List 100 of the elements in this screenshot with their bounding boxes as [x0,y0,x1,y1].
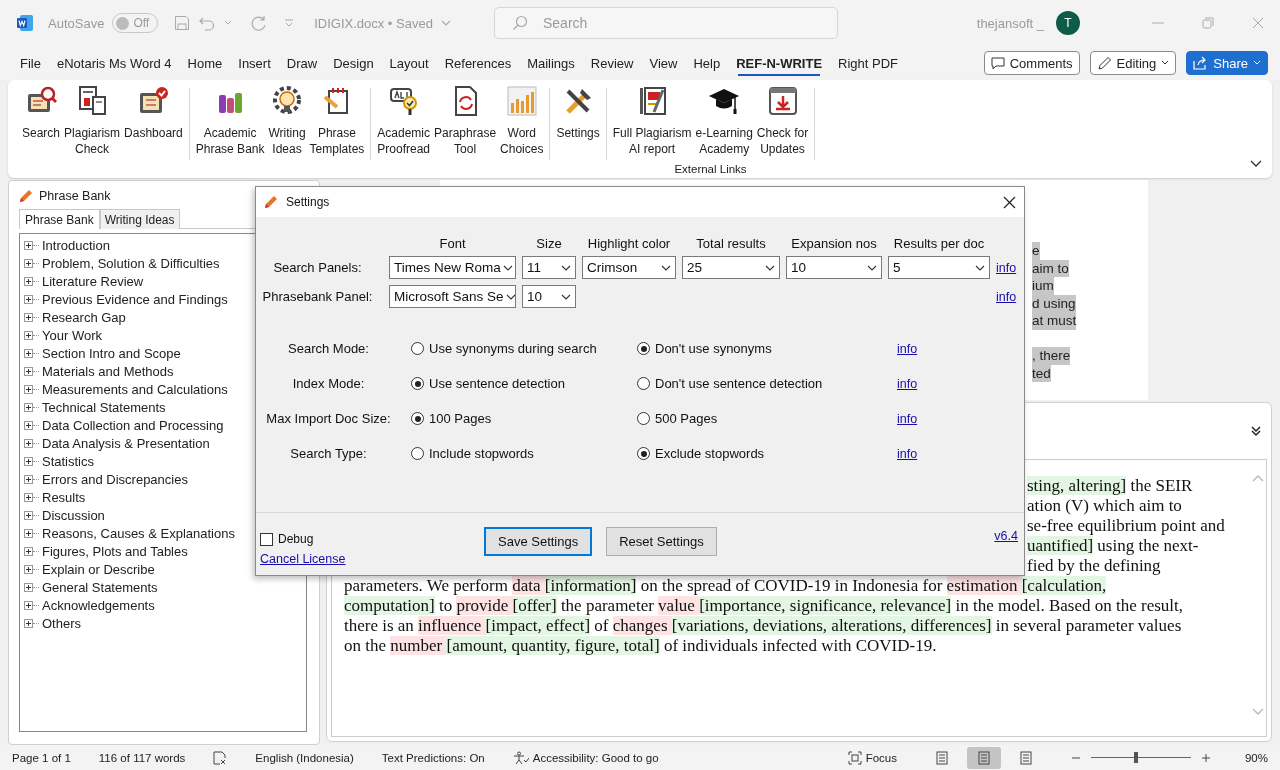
ribbon-button[interactable]: Check for Updates [754,85,811,157]
editing-button[interactable]: Editing [1089,51,1177,75]
ribbon-button[interactable]: Paraphrase Tool [432,85,499,157]
tree-item[interactable]: Technical Statements [42,399,166,415]
info-link[interactable]: info [887,376,1024,391]
radio-label[interactable]: 500 Pages [655,411,718,426]
info-link[interactable]: info [996,260,1024,275]
ribbon-button[interactable]: Academic Proofread [375,85,432,157]
expander-icon[interactable] [24,366,33,376]
expander-icon[interactable] [24,456,33,466]
menu-tab[interactable]: Help [685,49,729,77]
expander-icon[interactable] [24,384,33,394]
radio-label[interactable]: Don't use sentence detection [655,376,823,391]
expander-icon[interactable] [24,582,33,592]
tree-item[interactable]: Statistics [42,453,94,469]
tree-item[interactable]: Measurements and Calculations [42,381,228,397]
menu-tab[interactable]: Draw [278,49,326,77]
tree-item[interactable]: Discussion [42,507,105,523]
double-chevron-icon[interactable] [1250,425,1262,437]
expander-icon[interactable] [24,564,33,574]
cancel-license-link[interactable]: Cancel License [260,552,480,566]
focus-label[interactable]: Focus [865,751,897,764]
menu-tab[interactable]: Review [582,49,642,77]
expander-icon[interactable] [24,438,33,448]
menu-tab[interactable]: Home [179,49,231,77]
page-count[interactable]: Page 1 of 1 [12,751,71,764]
dropdown[interactable]: Crimson [582,256,676,279]
comments-button[interactable]: Comments [983,51,1080,75]
collapse-chevron-icon[interactable] [1250,160,1262,168]
ribbon-button[interactable]: Academic Phrase Bank [193,85,267,157]
expander-icon[interactable] [24,240,33,250]
info-link[interactable]: info [996,289,1024,304]
checkbox[interactable] [260,532,273,546]
ribbon-button[interactable]: e-Learning Academy [693,85,755,157]
radio-button[interactable] [637,447,650,460]
dropdown[interactable]: 10 [786,256,882,279]
radio-label[interactable]: Use synonyms during search [429,341,597,356]
ribbon-button[interactable]: Writing Ideas [266,85,308,157]
dialog-button[interactable]: Reset Settings [606,527,717,556]
ribbon-button[interactable]: Phrase Templates [307,85,367,157]
radio-button[interactable] [411,377,424,390]
radio-label[interactable]: 100 Pages [429,411,492,426]
ribbon-button[interactable]: Search [20,85,63,157]
dropdown[interactable]: 5 [888,256,990,279]
dropdown[interactable]: 10 [522,285,576,308]
radio-button[interactable] [637,342,650,355]
tree-item[interactable]: Data Analysis & Presentation [42,435,210,451]
tree-item[interactable]: Literature Review [42,273,144,289]
ribbon-button[interactable]: Word Choices [498,85,546,157]
radio-label[interactable]: Don't use synonyms [655,341,772,356]
tree-item[interactable]: Introduction [42,237,110,253]
menu-tab[interactable]: Right PDF [830,49,907,77]
tree-item[interactable]: Your Work [42,327,102,343]
accessibility-status[interactable]: Accessibility: Good to go [532,751,659,764]
version-link[interactable]: v6.4 [994,529,1018,543]
dropdown[interactable]: 11 [522,256,576,279]
tree-item[interactable]: Explain or Describe [42,561,155,577]
tree-item[interactable]: Materials and Methods [42,363,174,379]
ribbon-button[interactable]: Full Plagiarism AI report [610,85,694,157]
focus-icon[interactable] [847,750,862,765]
expander-icon[interactable] [24,402,33,412]
tree-item[interactable]: Figures, Plots and Tables [42,543,188,559]
avatar[interactable]: T [1056,11,1080,35]
menu-tab[interactable]: View [641,49,686,77]
expander-icon[interactable] [24,600,33,610]
expander-icon[interactable] [24,546,33,556]
ribbon-button[interactable]: Plagiarism Check [62,85,123,157]
menu-tab[interactable]: Design [325,49,382,77]
checkbox-label[interactable]: Debug [278,532,314,546]
text-predictions[interactable]: Text Predictions: On [381,751,485,764]
radio-button[interactable] [411,447,424,460]
menu-tab[interactable]: File [12,49,49,77]
menu-tab[interactable]: REF-N-WRITE [728,49,831,77]
tree-item[interactable]: General Statements [42,579,158,595]
word-count[interactable]: 116 of 117 words [98,751,186,764]
radio-button[interactable] [411,342,424,355]
expander-icon[interactable] [24,528,33,538]
radio-button[interactable] [637,412,650,425]
dropdown[interactable]: Times New Roma [389,256,516,279]
tree-item[interactable]: Results [42,489,86,505]
expander-icon[interactable] [24,420,33,430]
radio-button[interactable] [637,377,650,390]
radio-label[interactable]: Use sentence detection [429,376,565,391]
pane-tab[interactable]: Phrase Bank [19,209,100,229]
accessibility-icon[interactable] [512,750,529,765]
menu-tab[interactable]: Insert [230,49,279,77]
zoom-in-icon[interactable] [1200,752,1211,763]
expander-icon[interactable] [24,330,33,340]
zoom-thumb[interactable] [1133,752,1138,763]
language[interactable]: English (Indonesia) [255,751,354,764]
zoom-percent[interactable]: 90% [1244,751,1268,764]
menu-tab[interactable]: eNotaris Ms Word 4 [48,49,180,77]
tree-item[interactable]: Previous Evidence and Findings [42,291,228,307]
close-icon[interactable] [1003,195,1016,209]
expander-icon[interactable] [24,618,33,628]
menu-tab[interactable]: Layout [381,49,437,77]
menu-tab[interactable]: Mailings [519,49,583,77]
expander-icon[interactable] [24,510,33,520]
proofing-icon[interactable] [213,750,228,765]
tree-item[interactable]: Acknowledgements [42,597,155,613]
